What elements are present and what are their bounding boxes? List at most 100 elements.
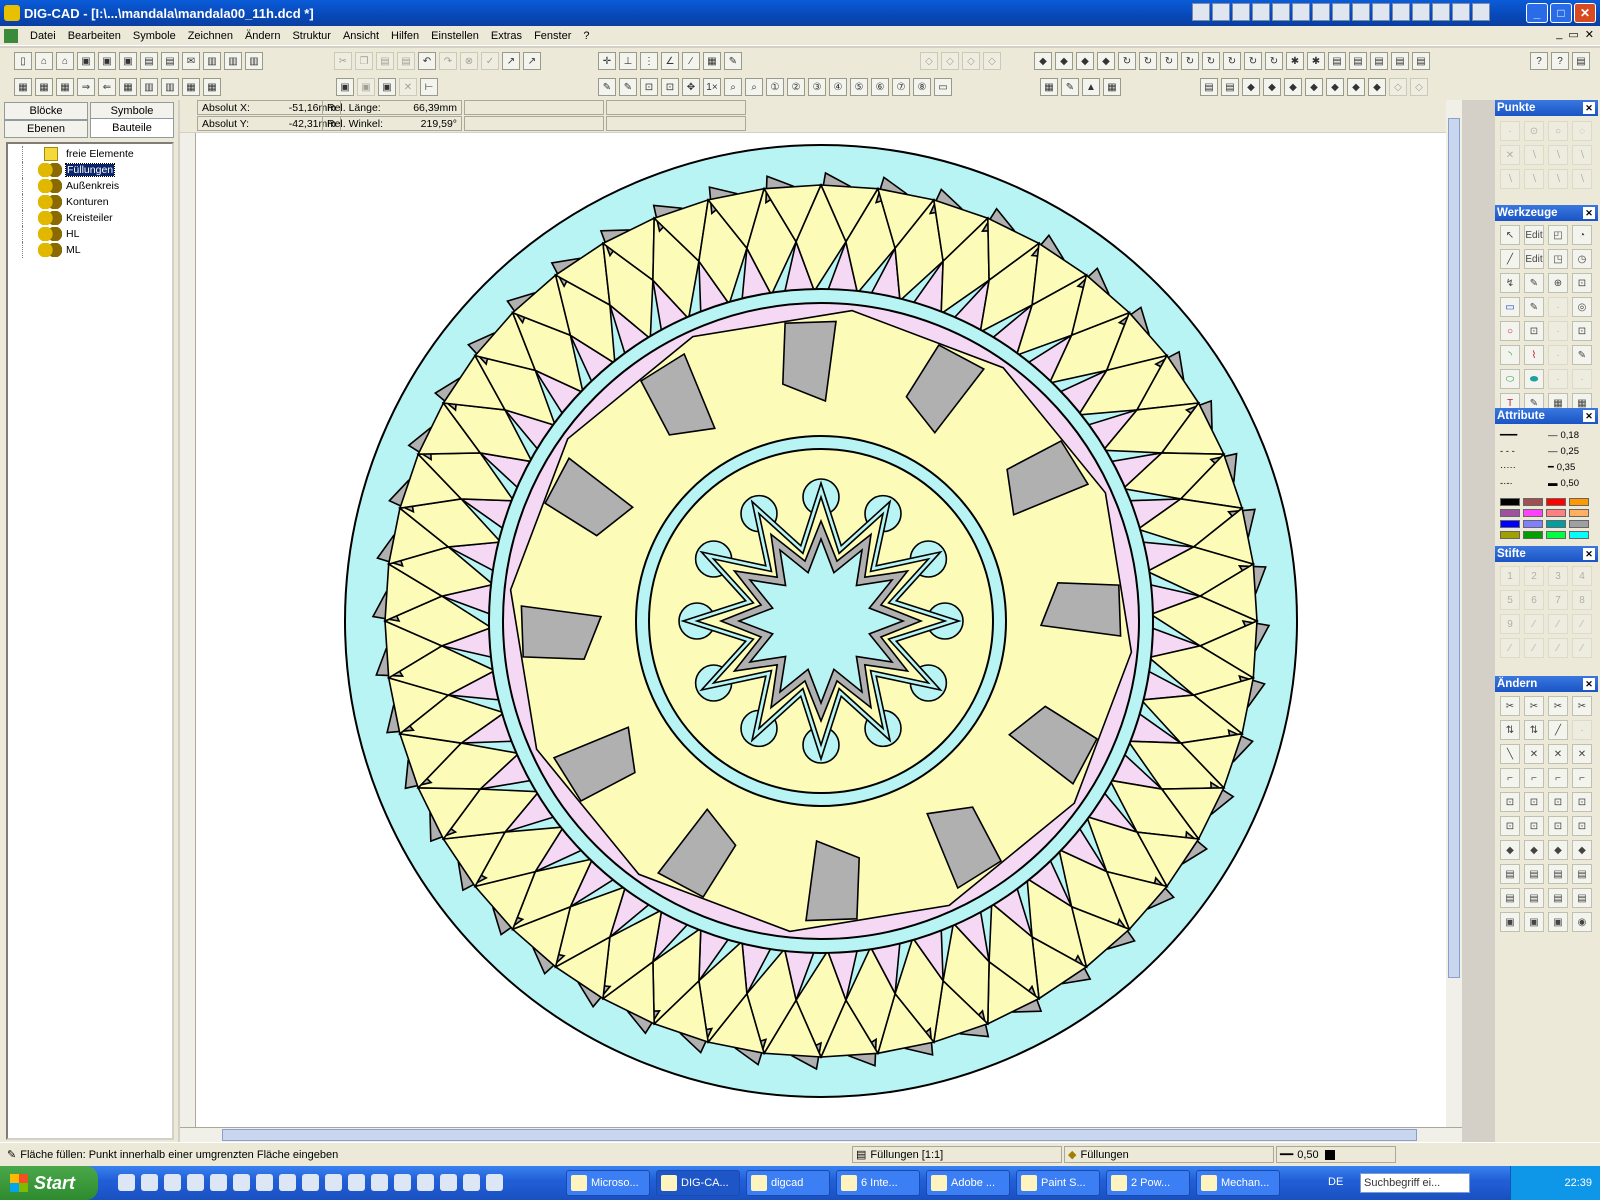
redo-icon[interactable]: ↷ [439, 52, 457, 70]
tool-icon[interactable]: ▤ [1349, 52, 1367, 70]
point-tool-icon[interactable]: ∖ [1572, 145, 1592, 165]
modify-icon[interactable]: ▤ [1572, 864, 1592, 884]
properties-icon[interactable]: ✎ [724, 52, 742, 70]
fill-icon[interactable]: ✎ [1061, 78, 1079, 96]
tool-icon[interactable]: ◆ [1097, 52, 1115, 70]
tool-icon[interactable]: ◳ [1548, 249, 1568, 269]
pan-icon[interactable]: ✥ [682, 78, 700, 96]
color-swatch[interactable] [1500, 520, 1520, 528]
tool-icon[interactable]: ↻ [1181, 52, 1199, 70]
zoom-window-icon[interactable]: ⊡ [661, 78, 679, 96]
panel-aendern-title[interactable]: Ändern ✕ [1495, 676, 1598, 692]
quick-launch-icon[interactable] [417, 1174, 434, 1191]
pen-icon[interactable]: ⁄ [1500, 638, 1520, 658]
tool-icon[interactable]: ✎ [1524, 273, 1544, 293]
angle-icon[interactable]: ∠ [661, 52, 679, 70]
quick-icon[interactable] [1292, 3, 1310, 21]
menu-einstellen[interactable]: Einstellen [425, 30, 485, 42]
tool-icon[interactable]: ↻ [1202, 52, 1220, 70]
print-preview-icon[interactable]: ▥ [203, 52, 221, 70]
confirm-icon[interactable]: ✓ [481, 52, 499, 70]
polyline-tool-icon[interactable]: ↯ [1500, 273, 1520, 293]
modify-icon[interactable]: ▤ [1548, 888, 1568, 908]
tool-icon[interactable]: ↻ [1139, 52, 1157, 70]
panel-close-icon[interactable]: ✕ [1583, 102, 1595, 114]
print-icon[interactable]: ▥ [245, 52, 263, 70]
color-swatch[interactable] [1500, 498, 1520, 506]
pen-icon[interactable]: 8 [1572, 590, 1592, 610]
tool-icon[interactable]: ⊡ [1524, 321, 1544, 341]
pen-icon[interactable]: ⁄ [1548, 614, 1568, 634]
task-button-active[interactable]: DIG-CA... [656, 1170, 740, 1196]
zoom-icon[interactable]: ⑦ [892, 78, 910, 96]
grid-icon[interactable]: ⋮ [640, 52, 658, 70]
select-arrow-icon[interactable]: ↖ [1500, 225, 1520, 245]
redraw-icon[interactable]: ▭ [934, 78, 952, 96]
modify-icon[interactable]: ⌐ [1572, 768, 1592, 788]
pen-clear-icon[interactable]: ✎ [619, 78, 637, 96]
menu-zeichnen[interactable]: Zeichnen [182, 30, 239, 42]
cancel-icon[interactable]: ⊗ [460, 52, 478, 70]
menu-bearbeiten[interactable]: Bearbeiten [62, 30, 127, 42]
pen-icon[interactable]: 1 [1500, 566, 1520, 586]
snap-in-icon[interactable]: ↗ [502, 52, 520, 70]
zoom-icon[interactable]: ⑤ [850, 78, 868, 96]
language-indicator[interactable]: DE [1328, 1176, 1343, 1188]
start-button[interactable]: Start [0, 1166, 98, 1200]
quick-icon[interactable] [1192, 3, 1210, 21]
tree-item-fuellungen[interactable]: Füllungen [8, 162, 172, 178]
point-tool-icon[interactable]: ∖ [1572, 169, 1592, 189]
close-button[interactable]: ✕ [1574, 3, 1596, 23]
tool-icon[interactable]: · [1572, 369, 1592, 389]
modify-icon[interactable]: ✂ [1524, 696, 1544, 716]
pen-icon[interactable]: ⁄ [1572, 614, 1592, 634]
save-as-icon[interactable]: ▣ [98, 52, 116, 70]
delete-icon[interactable]: ✕ [399, 78, 417, 96]
cut-icon[interactable]: ✂ [334, 52, 352, 70]
modify-icon[interactable]: ⊡ [1524, 816, 1544, 836]
modify-icon[interactable]: ▤ [1524, 864, 1544, 884]
quick-icon[interactable] [1432, 3, 1450, 21]
modify-icon[interactable]: ⇅ [1500, 720, 1520, 740]
component-icon[interactable]: ◆ [1326, 78, 1344, 96]
modify-icon[interactable]: ⊡ [1548, 816, 1568, 836]
tool-icon[interactable]: ⌇ [1524, 345, 1544, 365]
tool-icon[interactable]: ▤ [1328, 52, 1346, 70]
tool-icon[interactable]: ▤ [1412, 52, 1430, 70]
pen-icon[interactable]: 3 [1548, 566, 1568, 586]
tool-icon[interactable]: ◎ [1572, 297, 1592, 317]
block-icon[interactable]: ⇐ [98, 78, 116, 96]
select-all-icon[interactable]: ▣ [378, 78, 396, 96]
modify-icon[interactable]: ▤ [1548, 864, 1568, 884]
quick-icon[interactable] [1352, 3, 1370, 21]
tool-icon[interactable]: ↻ [1223, 52, 1241, 70]
dim-icon[interactable]: ◇ [941, 52, 959, 70]
fill-icon[interactable]: ▦ [1103, 78, 1121, 96]
maximize-button[interactable]: □ [1550, 3, 1572, 23]
component-icon[interactable]: ▤ [1221, 78, 1239, 96]
modify-icon[interactable]: ╱ [1548, 720, 1568, 740]
line-style-swatch[interactable]: -·-· [1500, 476, 1546, 490]
line-style-swatch[interactable]: ····· [1500, 460, 1546, 474]
zoom-icon[interactable]: ⌕ [724, 78, 742, 96]
quick-icon[interactable] [1472, 3, 1490, 21]
modify-icon[interactable]: ▤ [1500, 864, 1520, 884]
quick-launch-icon[interactable] [348, 1174, 365, 1191]
point-tool-icon[interactable]: ∖ [1524, 169, 1544, 189]
quick-launch-icon[interactable] [233, 1174, 250, 1191]
task-button[interactable]: 2 Pow... [1106, 1170, 1190, 1196]
tool-icon[interactable]: ◔ [1572, 225, 1592, 245]
open-file-icon[interactable]: ⌂ [35, 52, 53, 70]
block-icon[interactable]: ▥ [161, 78, 179, 96]
tool-icon[interactable]: ✱ [1307, 52, 1325, 70]
point-tool-icon[interactable]: · [1500, 121, 1520, 141]
quick-launch-icon[interactable] [164, 1174, 181, 1191]
modify-icon[interactable]: ✂ [1500, 696, 1520, 716]
tool-icon[interactable]: ▤ [1370, 52, 1388, 70]
group-icon[interactable]: ▣ [336, 78, 354, 96]
mdi-restore-icon[interactable]: ▭ [1568, 28, 1578, 41]
modify-icon[interactable]: ⊡ [1548, 792, 1568, 812]
point-tool-icon[interactable]: ∖ [1524, 145, 1544, 165]
zoom-icon[interactable]: ② [787, 78, 805, 96]
minimize-button[interactable]: _ [1526, 3, 1548, 23]
